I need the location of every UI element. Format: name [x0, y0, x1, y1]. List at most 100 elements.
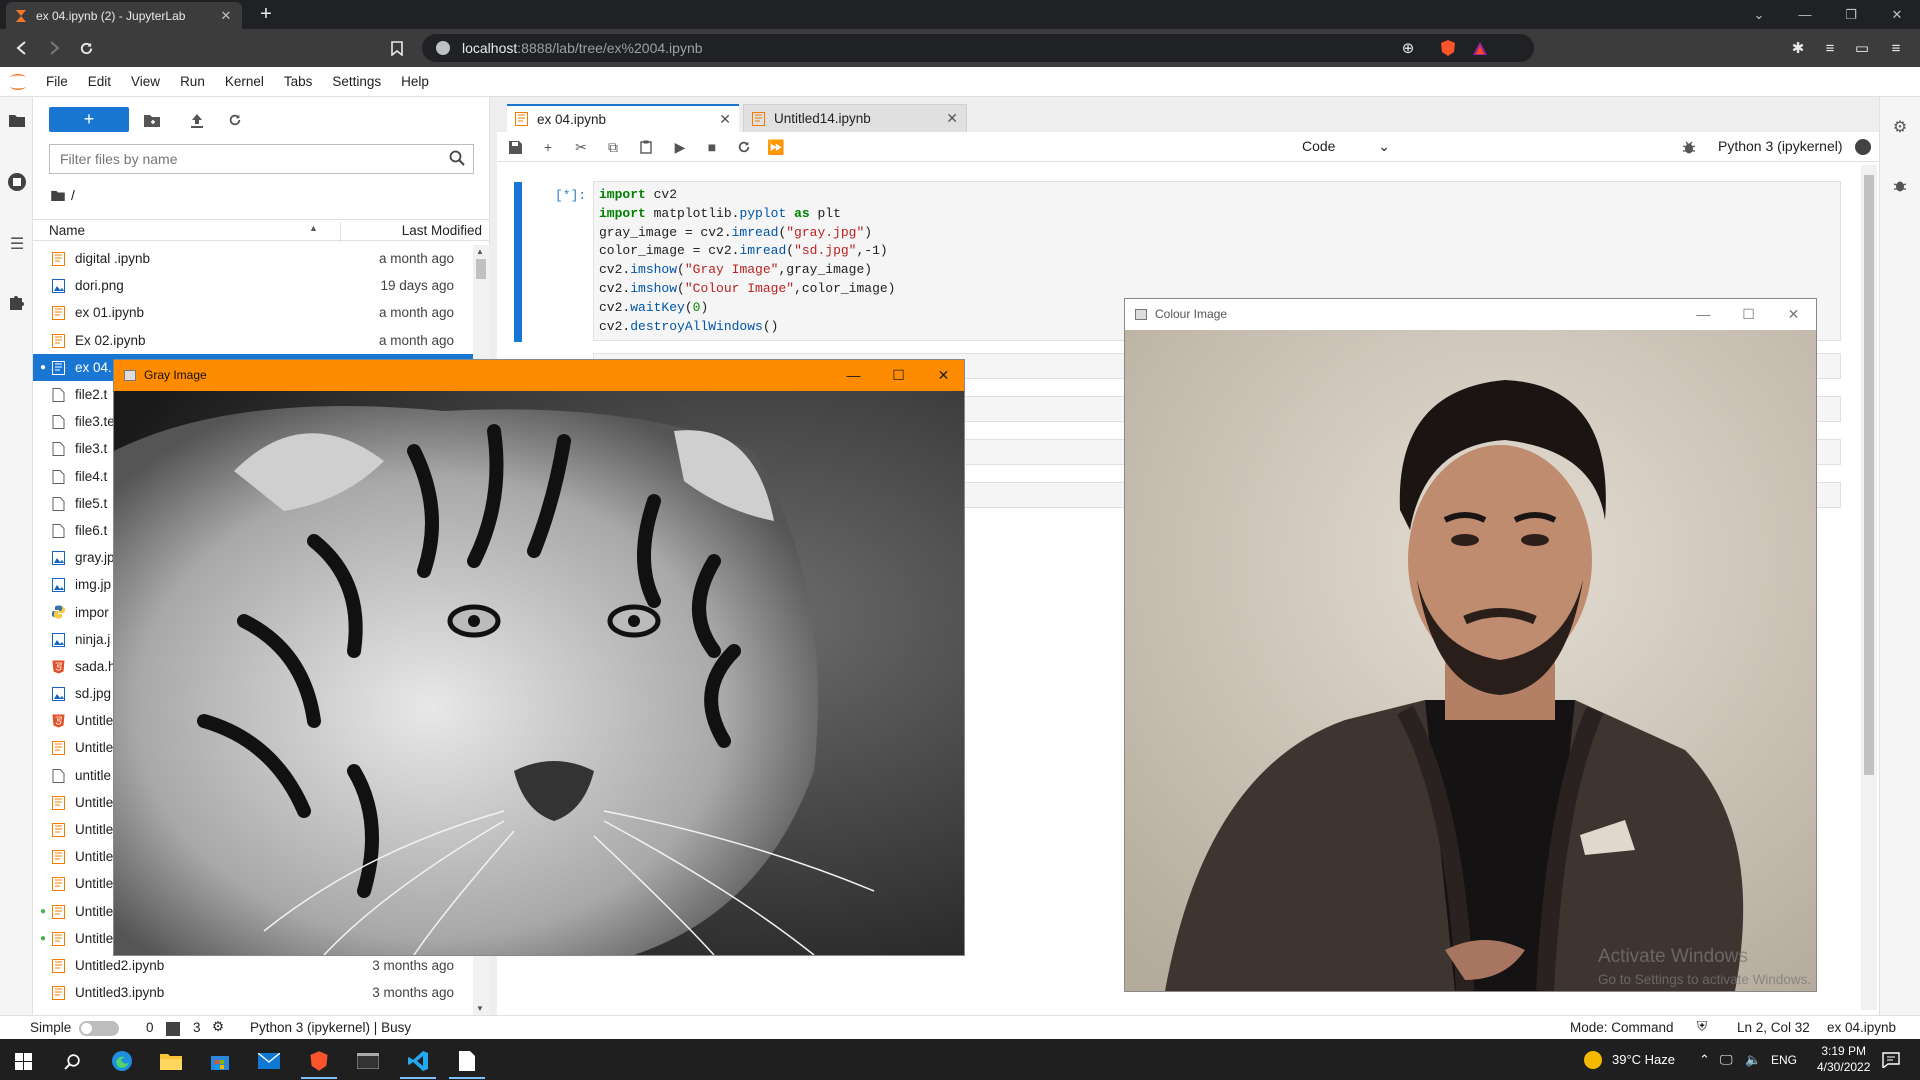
upload-icon[interactable] [185, 108, 209, 132]
file-row[interactable]: Untitled3.ipynb 3 months ago [33, 979, 473, 1006]
trust-shield-icon[interactable]: ⛨ [1697, 1019, 1707, 1035]
tab-ex04[interactable]: ex 04.ipynb ✕ [507, 104, 739, 132]
brave-rewards-icon[interactable] [1468, 37, 1492, 59]
folder-icon[interactable] [51, 190, 65, 201]
cut-icon[interactable]: ✂ [569, 136, 593, 158]
file-filter-input[interactable] [49, 144, 474, 174]
vscode-icon[interactable] [395, 1043, 441, 1079]
kernel-name[interactable]: Python 3 (ipykernel) [1718, 138, 1843, 154]
simple-mode-toggle[interactable] [79, 1021, 119, 1036]
extension-manager-icon[interactable] [4, 289, 30, 315]
reload-icon[interactable] [74, 37, 98, 59]
file-row[interactable]: digital .ipynb a month ago [33, 245, 473, 272]
show-hidden-icons-icon[interactable]: ⌃ [1699, 1039, 1710, 1080]
file-row[interactable]: Ex 02.ipynb a month ago [33, 327, 473, 354]
weather-widget[interactable]: 39°C Haze [1584, 1039, 1675, 1080]
restore-button[interactable]: ❐ [1828, 0, 1874, 29]
gray-image-window[interactable]: Gray Image — ☐ ✕ [113, 359, 965, 956]
tab-search-icon[interactable]: ⌄ [1736, 0, 1782, 29]
menu-settings[interactable]: Settings [322, 74, 391, 89]
scrollbar-thumb[interactable] [1864, 175, 1874, 775]
colour-image-window[interactable]: Colour Image — ☐ ✕ [1124, 298, 1817, 992]
playlist-icon[interactable]: ≡ [1818, 37, 1842, 59]
close-window-button[interactable]: ✕ [1874, 0, 1920, 29]
kernel-debugger-icon[interactable] [1677, 136, 1701, 158]
tab-untitled14[interactable]: Untitled14.ipynb ✕ [743, 104, 967, 132]
forward-icon[interactable] [42, 37, 66, 59]
menu-kernel[interactable]: Kernel [215, 74, 274, 89]
menu-file[interactable]: File [36, 74, 78, 89]
run-icon[interactable]: ▶ [668, 136, 692, 158]
maximize-button[interactable]: ☐ [876, 360, 921, 390]
cursor-position[interactable]: Ln 2, Col 32 [1737, 1020, 1810, 1035]
file-file-icon [52, 442, 65, 457]
close-button[interactable]: ✕ [921, 360, 966, 390]
terminal-app-icon[interactable] [345, 1043, 391, 1079]
close-icon[interactable]: ✕ [946, 110, 958, 127]
maximize-button[interactable]: ☐ [1726, 299, 1771, 329]
mail-icon[interactable] [246, 1043, 292, 1079]
edge-icon[interactable] [99, 1043, 145, 1079]
menu-tabs[interactable]: Tabs [274, 74, 323, 89]
close-button[interactable]: ✕ [1771, 299, 1816, 329]
restart-kernel-icon[interactable] [732, 136, 756, 158]
back-icon[interactable] [10, 37, 34, 59]
menu-view[interactable]: View [121, 74, 170, 89]
debugger-icon[interactable] [1888, 173, 1912, 197]
zoom-icon[interactable]: ⊕ [1396, 37, 1420, 59]
copy-icon[interactable]: ⧉ [601, 136, 625, 158]
kernel-status[interactable]: Python 3 (ipykernel) | Busy [250, 1020, 411, 1035]
address-bar[interactable]: localhost:8888/lab/tree/ex%2004.ipynb [422, 34, 1534, 62]
search-icon[interactable] [49, 1043, 95, 1079]
code-token: () [762, 318, 779, 334]
notebook-scrollbar[interactable] [1861, 165, 1877, 1010]
wallet-icon[interactable]: ▭ [1850, 37, 1874, 59]
notepad-icon[interactable] [444, 1043, 490, 1079]
bookmark-icon[interactable] [385, 37, 409, 59]
save-icon[interactable] [503, 136, 527, 158]
minimize-button[interactable]: — [1782, 0, 1828, 29]
running-sessions-icon[interactable] [4, 169, 30, 195]
stop-icon[interactable]: ■ [700, 136, 724, 158]
network-icon[interactable]: 🖵 [1720, 1039, 1733, 1080]
new-folder-icon[interactable] [140, 108, 164, 132]
folder-icon[interactable] [4, 107, 30, 133]
new-tab-button[interactable]: + [254, 3, 278, 27]
kernel-count[interactable]: 3 [193, 1020, 201, 1035]
column-name[interactable]: Name [49, 223, 85, 238]
file-row[interactable]: ex 01.ipynb a month ago [33, 299, 473, 326]
browser-menu-icon[interactable]: ≡ [1884, 37, 1908, 59]
start-icon[interactable] [0, 1043, 46, 1079]
brave-browser-icon[interactable] [296, 1043, 342, 1079]
minimize-button[interactable]: — [831, 360, 876, 390]
menu-edit[interactable]: Edit [78, 74, 121, 89]
table-of-contents-icon[interactable]: ☰ [4, 231, 30, 257]
insert-cell-icon[interactable]: + [536, 136, 560, 158]
brave-shield-icon[interactable] [1436, 37, 1460, 59]
microsoft-store-icon[interactable] [197, 1043, 243, 1079]
volume-icon[interactable]: 🔈 [1745, 1039, 1761, 1080]
notifications-icon[interactable] [1882, 1039, 1900, 1080]
menu-help[interactable]: Help [391, 74, 439, 89]
file-row[interactable]: dori.png 19 days ago [33, 272, 473, 299]
browser-tab[interactable]: ex 04.ipynb (2) - JupyterLab ✕ [6, 2, 242, 29]
minimize-button[interactable]: — [1681, 299, 1726, 329]
property-inspector-icon[interactable]: ⚙ [1888, 115, 1912, 139]
extensions-icon[interactable]: ✱ [1786, 37, 1810, 59]
restart-run-all-icon[interactable]: ⏩ [764, 136, 788, 158]
site-info-icon[interactable] [436, 41, 450, 55]
clock[interactable]: 3:19 PM 4/30/2022 [1817, 1043, 1870, 1075]
close-tab-icon[interactable]: ✕ [218, 8, 234, 24]
cell-type-dropdown[interactable]: Code ⌄ [1302, 138, 1390, 155]
new-launcher-button[interactable]: + [49, 107, 129, 132]
refresh-icon[interactable] [223, 108, 247, 132]
column-last-modified[interactable]: Last Modified [340, 222, 490, 242]
file-explorer-icon[interactable] [148, 1043, 194, 1079]
paste-icon[interactable] [634, 136, 658, 158]
language-indicator[interactable]: ENG [1771, 1039, 1797, 1080]
terminal-count[interactable]: 0 [146, 1020, 154, 1035]
close-icon[interactable]: ✕ [719, 111, 731, 128]
menu-run[interactable]: Run [170, 74, 215, 89]
scrollbar-thumb[interactable] [476, 259, 486, 279]
breadcrumb-root[interactable]: / [71, 187, 75, 203]
